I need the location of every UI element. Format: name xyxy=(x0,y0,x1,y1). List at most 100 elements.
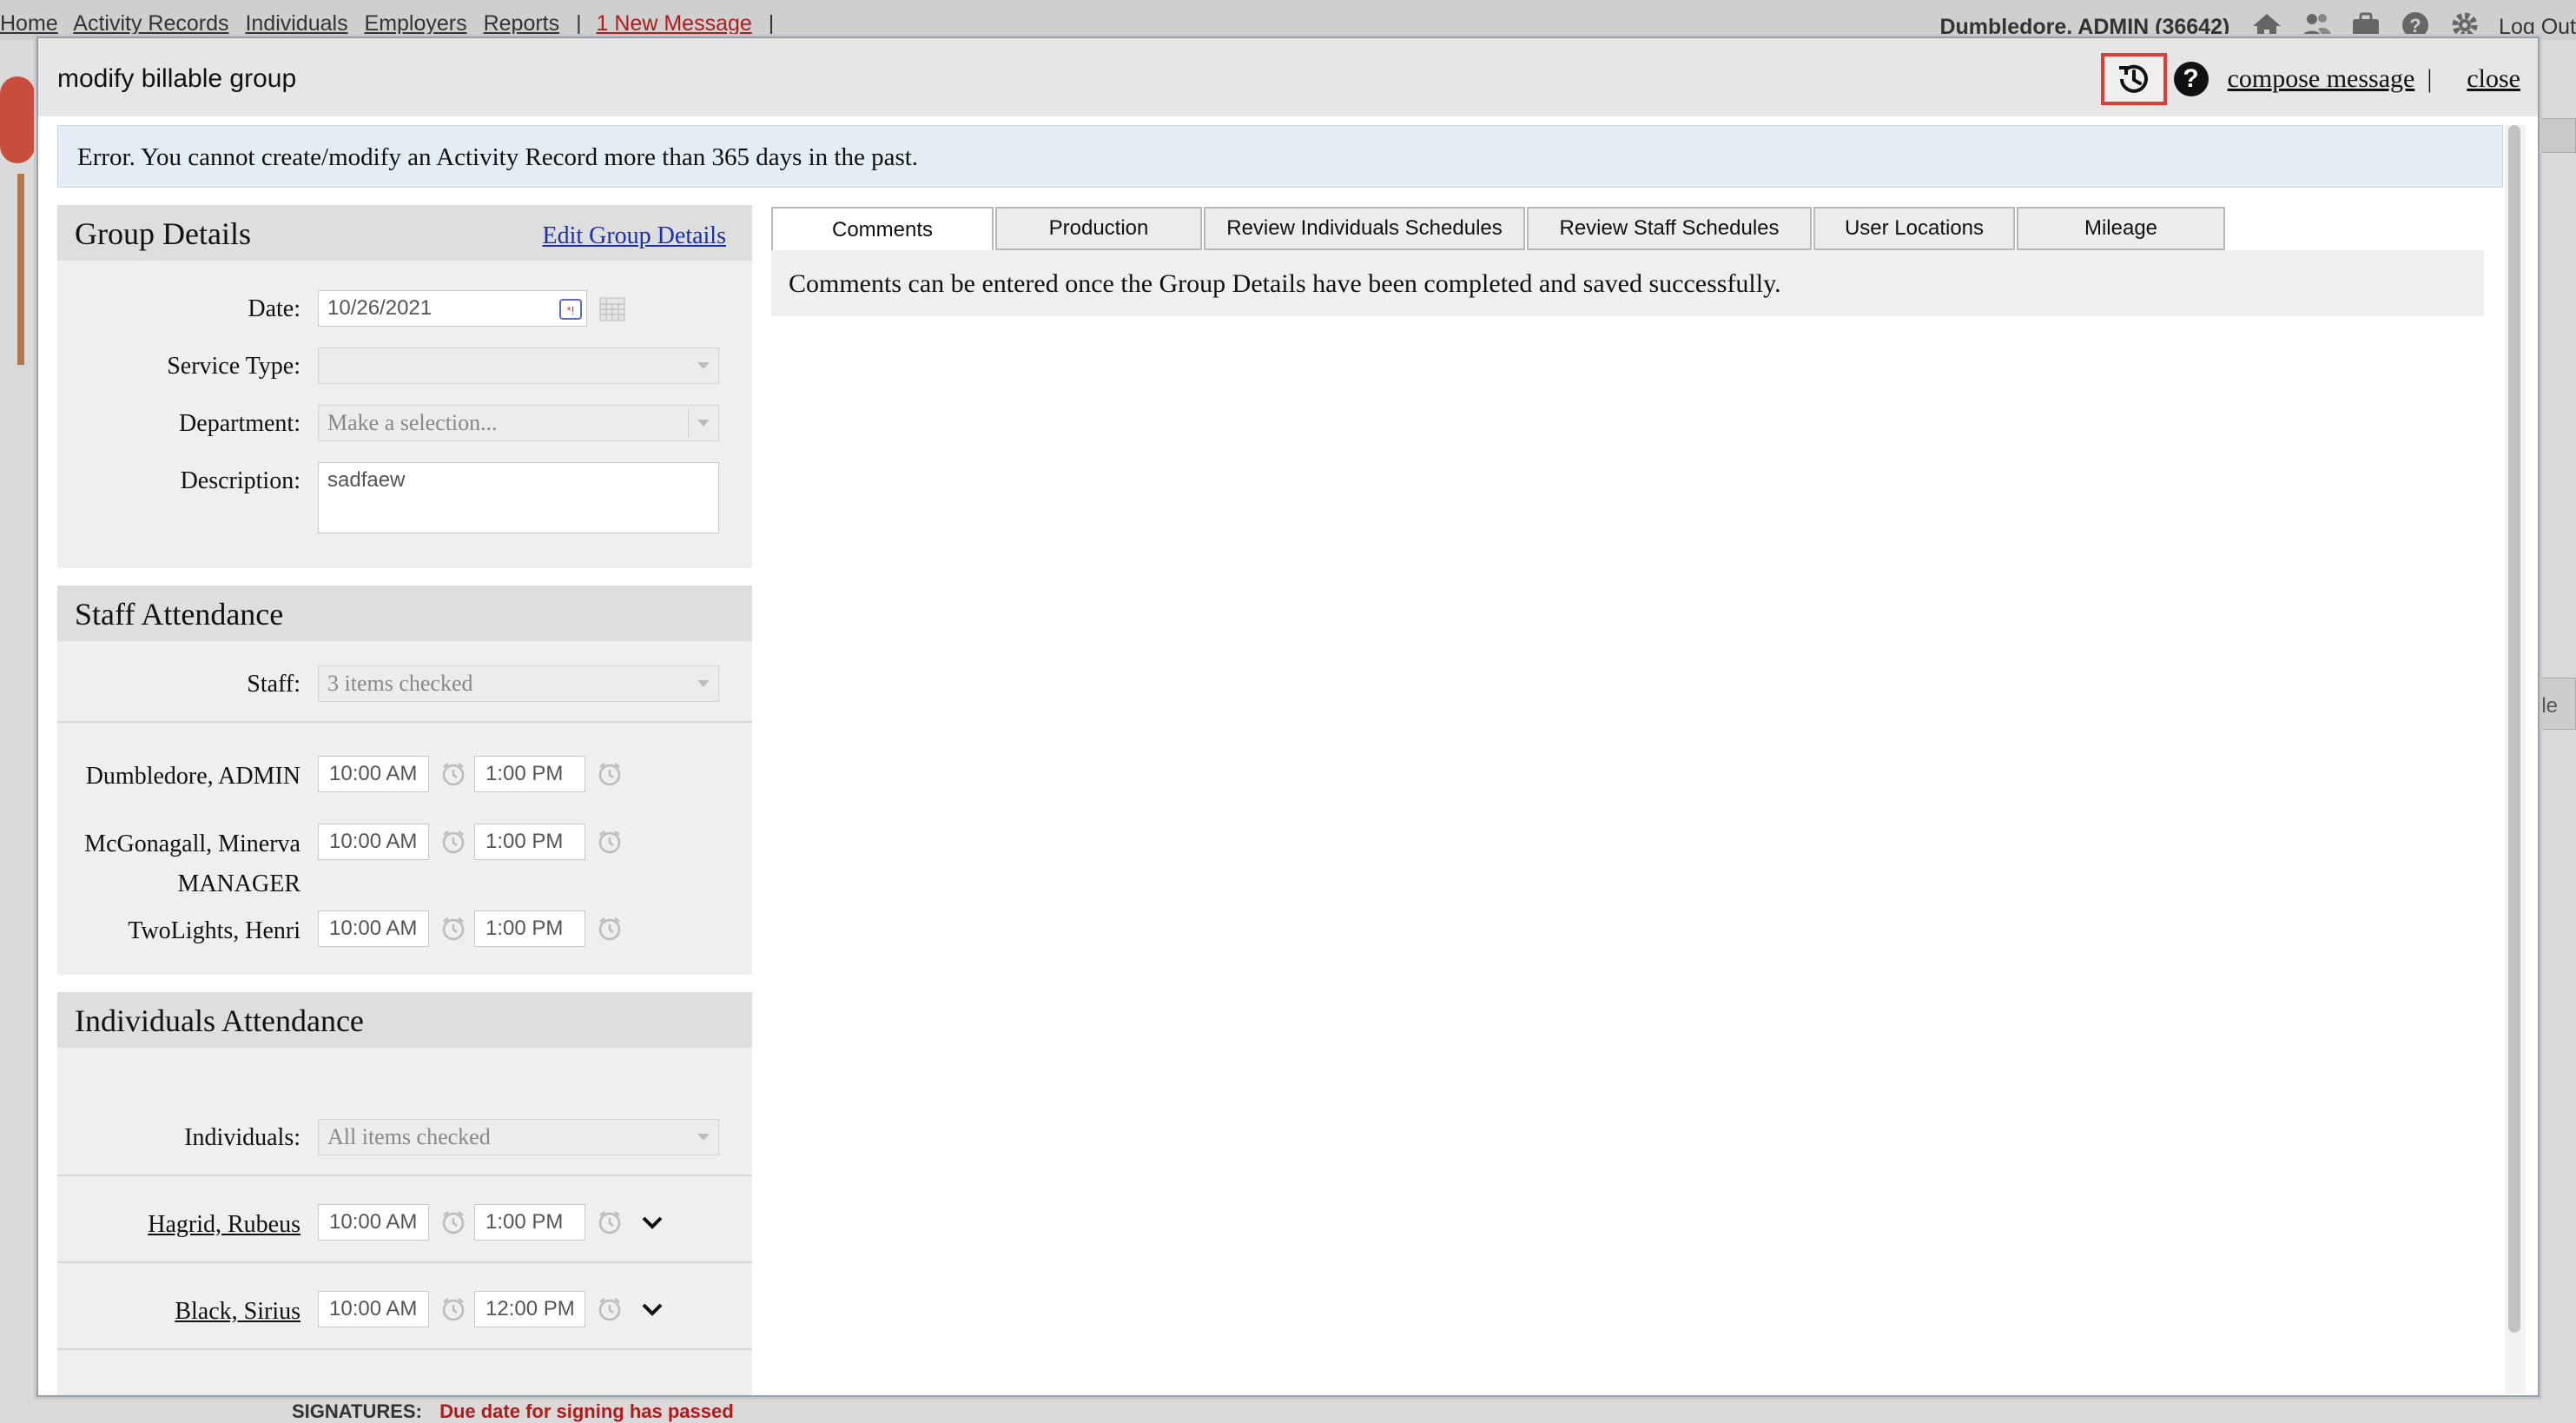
start-time-input[interactable]: 10:00 AM xyxy=(318,756,429,792)
help-icon[interactable]: ? xyxy=(2400,11,2431,39)
individuals-attendance-panel: Individuals Attendance Individuals: All … xyxy=(57,992,752,1395)
chevron-down-icon xyxy=(697,1134,710,1141)
history-icon xyxy=(2118,64,2148,93)
top-navigation: Home Activity Records Individuals Employ… xyxy=(0,0,2576,40)
nav-home-link[interactable]: Home xyxy=(0,11,58,36)
staff-member-role: MANAGER xyxy=(177,870,301,897)
signatures-due-warning: Due date for signing has passed xyxy=(439,1400,734,1422)
end-time-input[interactable]: 1:00 PM xyxy=(474,756,585,792)
dialog-header: modify billable group ? compose message … xyxy=(38,38,2538,116)
date-input[interactable]: 10/26/2021 *! xyxy=(318,290,587,327)
header-separator: | xyxy=(2427,64,2433,93)
clock-icon[interactable] xyxy=(439,915,467,943)
group-details-panel: Group Details Edit Group Details Date: 1… xyxy=(57,205,752,568)
description-label: Description: xyxy=(180,467,301,494)
signatures-label: SIGNATURES: xyxy=(292,1400,422,1422)
dialog-help-button[interactable]: ? xyxy=(2173,62,2209,96)
chevron-down-icon xyxy=(697,420,710,427)
clock-icon[interactable] xyxy=(439,828,467,856)
gear-icon[interactable] xyxy=(2449,11,2480,39)
nav-separator: | xyxy=(768,11,775,36)
start-time-input[interactable]: 10:00 AM xyxy=(318,910,429,947)
dialog-title: modify billable group xyxy=(57,64,297,93)
tab-comments[interactable]: Comments xyxy=(771,207,994,254)
service-type-select[interactable] xyxy=(318,347,719,384)
clock-icon[interactable] xyxy=(439,1208,467,1236)
date-value: 10/26/2021 xyxy=(327,296,433,320)
start-time-input[interactable]: 10:00 AM xyxy=(318,1291,429,1327)
nav-employers-link[interactable]: Employers xyxy=(365,11,467,36)
history-button[interactable] xyxy=(2100,53,2167,105)
error-message: Error. You cannot create/modify an Activ… xyxy=(57,125,2503,188)
individual-name-link[interactable]: Hagrid, Rubeus xyxy=(148,1211,301,1239)
staff-member-name: Dumbledore, ADMIN xyxy=(85,763,301,790)
clock-icon[interactable] xyxy=(596,1295,624,1323)
background-signatures: SIGNATURES: Due date for signing has pas… xyxy=(292,1400,734,1423)
description-value: sadfaew xyxy=(327,468,406,492)
compose-message-link[interactable]: compose message xyxy=(2228,64,2415,94)
end-time-input[interactable]: 1:00 PM xyxy=(474,910,585,947)
staff-member-name: McGonagall, Minerva xyxy=(84,831,301,857)
end-time-input[interactable]: 1:00 PM xyxy=(474,824,585,860)
service-type-label: Service Type: xyxy=(167,353,301,380)
staff-select[interactable]: 3 items checked xyxy=(318,665,719,702)
tab-bar: Comments Production Review Individuals S… xyxy=(771,207,2227,254)
edit-group-details-link[interactable]: Edit Group Details xyxy=(542,222,726,250)
logout-link[interactable]: Log Out xyxy=(2499,15,2576,39)
comments-tab-content: Comments can be entered once the Group D… xyxy=(771,250,2484,316)
users-icon[interactable] xyxy=(2301,11,2332,39)
end-time-input[interactable]: 12:00 PM xyxy=(474,1291,585,1327)
clock-icon[interactable] xyxy=(596,828,624,856)
clock-icon[interactable] xyxy=(596,915,624,943)
end-time-input[interactable]: 1:00 PM xyxy=(474,1204,585,1241)
group-details-heading: Group Details Edit Group Details xyxy=(57,205,752,261)
tab-user-locations[interactable]: User Locations xyxy=(1813,207,2015,250)
group-details-title: Group Details xyxy=(75,216,251,251)
department-placeholder: Make a selection... xyxy=(327,410,498,435)
staff-attendance-heading: Staff Attendance xyxy=(57,586,752,641)
calendar-icon[interactable] xyxy=(599,297,625,321)
individuals-value: All items checked xyxy=(327,1124,491,1149)
svg-text:?: ? xyxy=(2409,15,2421,36)
clock-icon[interactable] xyxy=(439,1295,467,1323)
tab-production[interactable]: Production xyxy=(995,207,1202,250)
department-select[interactable]: Make a selection... xyxy=(318,405,719,441)
nav-activity-records-link[interactable]: Activity Records xyxy=(73,11,228,36)
clock-icon[interactable] xyxy=(596,760,624,788)
nav-new-message-link[interactable]: 1 New Message xyxy=(597,11,752,36)
select-divider xyxy=(688,409,689,437)
individual-name-link[interactable]: Black, Sirius xyxy=(175,1298,301,1326)
staff-member-name: TwoLights, Henri xyxy=(128,917,301,944)
vertical-scrollbar[interactable] xyxy=(2505,125,2526,1393)
clock-icon[interactable] xyxy=(439,760,467,788)
tab-review-individuals-schedules[interactable]: Review Individuals Schedules xyxy=(1204,207,1525,250)
nav-separator: | xyxy=(576,11,582,36)
chevron-down-icon xyxy=(697,680,710,687)
chevron-down-icon xyxy=(697,362,710,369)
tab-review-staff-schedules[interactable]: Review Staff Schedules xyxy=(1527,207,1812,250)
scrollbar-thumb[interactable] xyxy=(2508,125,2520,1333)
modify-billable-group-dialog: modify billable group ? compose message … xyxy=(36,36,2540,1397)
date-picker-icon[interactable]: *! xyxy=(558,297,583,321)
description-textarea[interactable]: sadfaew xyxy=(318,462,719,533)
start-time-input[interactable]: 10:00 AM xyxy=(318,824,429,860)
home-icon[interactable] xyxy=(2251,11,2282,39)
chevron-down-icon[interactable] xyxy=(639,1296,665,1322)
nav-individuals-link[interactable]: Individuals xyxy=(245,11,347,36)
nav-reports-link[interactable]: Reports xyxy=(484,11,560,36)
chevron-down-icon[interactable] xyxy=(639,1209,665,1235)
tab-mileage[interactable]: Mileage xyxy=(2017,207,2225,250)
individuals-label: Individuals: xyxy=(184,1124,301,1151)
individuals-select[interactable]: All items checked xyxy=(318,1119,719,1155)
svg-text:*!: *! xyxy=(567,304,575,317)
staff-attendance-panel: Staff Attendance Staff: 3 items checked … xyxy=(57,586,752,975)
clock-icon[interactable] xyxy=(596,1208,624,1236)
close-link[interactable]: close xyxy=(2467,64,2520,94)
app-logo xyxy=(0,76,35,163)
briefcase-icon[interactable] xyxy=(2350,11,2381,39)
staff-label: Staff: xyxy=(247,671,301,698)
date-label: Date: xyxy=(248,295,301,322)
divider xyxy=(57,721,752,723)
start-time-input[interactable]: 10:00 AM xyxy=(318,1204,429,1241)
divider xyxy=(57,1348,752,1350)
